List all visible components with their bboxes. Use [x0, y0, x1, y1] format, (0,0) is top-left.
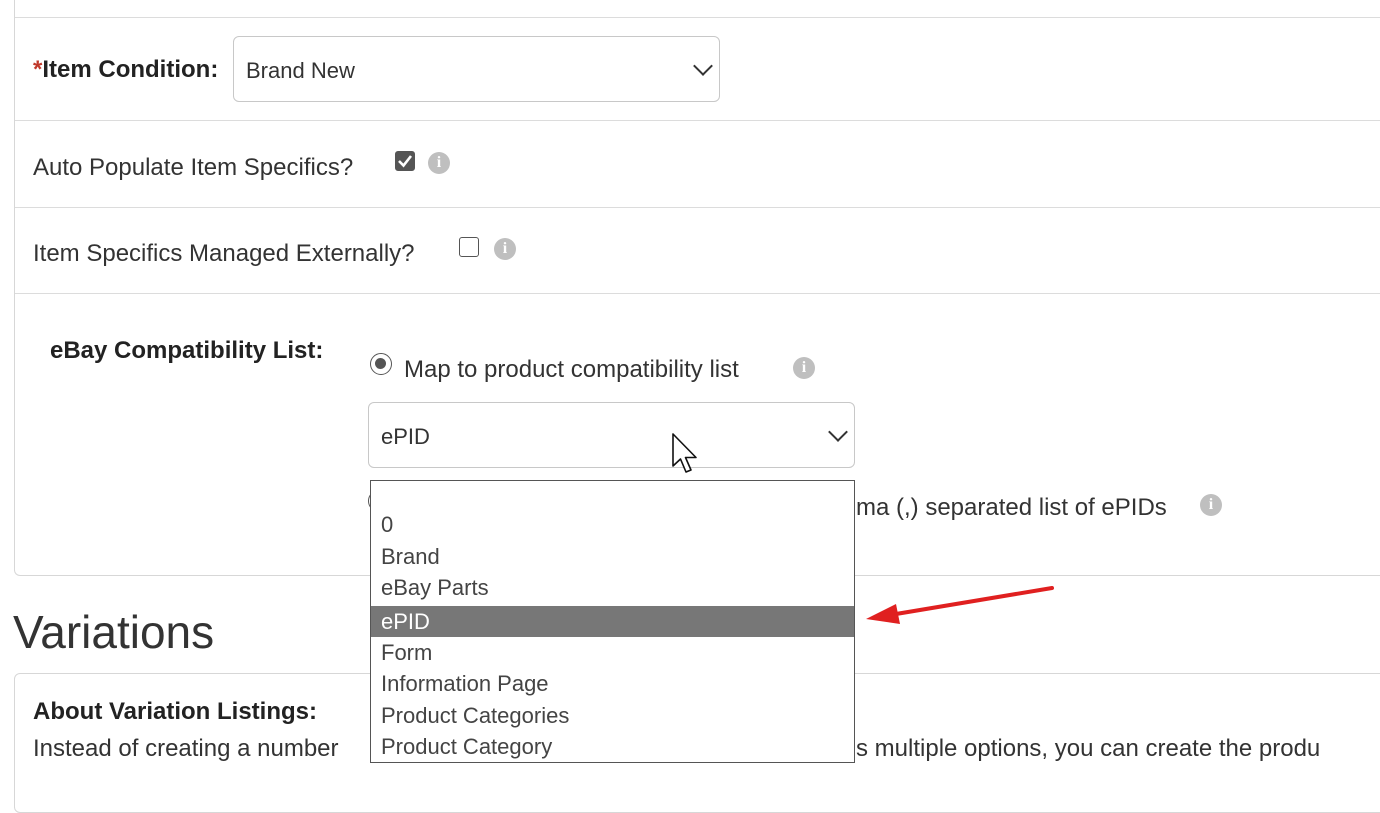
divider	[15, 207, 1380, 208]
chevron-down-icon	[693, 56, 713, 76]
divider	[15, 293, 1380, 294]
compatibility-label: eBay Compatibility List:	[50, 337, 324, 364]
dropdown-option[interactable]: Product Category	[371, 731, 854, 762]
compatibility-select[interactable]: ePID	[368, 402, 855, 468]
check-icon	[398, 155, 413, 168]
auto-populate-checkbox[interactable]	[395, 151, 415, 171]
compatibility-dropdown-list[interactable]: 0 Brand eBay Parts ePID Form Information…	[370, 480, 855, 763]
managed-externally-label: Item Specifics Managed Externally?	[33, 240, 415, 267]
variations-heading: Variations	[13, 606, 215, 658]
info-icon[interactable]: i	[1200, 494, 1222, 516]
mouse-cursor	[672, 433, 697, 473]
red-arrow-annotation	[866, 586, 1054, 624]
dropdown-option[interactable]: Brand	[371, 541, 854, 572]
dropdown-option[interactable]: Product Categories	[371, 700, 854, 731]
info-icon[interactable]: i	[428, 152, 450, 174]
about-variations-text-left: Instead of creating a number	[33, 735, 339, 762]
info-icon[interactable]: i	[494, 238, 516, 260]
item-condition-label: *Item Condition:	[33, 56, 219, 83]
about-variations-text-right: s multiple options, you can create the p…	[856, 735, 1321, 762]
divider	[15, 120, 1380, 121]
chevron-down-icon	[828, 422, 848, 442]
dropdown-option-selected[interactable]: ePID	[371, 606, 854, 637]
radio-map-compatibility[interactable]	[370, 353, 392, 375]
managed-externally-checkbox[interactable]	[459, 237, 479, 257]
required-mark: *	[33, 56, 43, 83]
dropdown-option[interactable]: Form	[371, 637, 854, 668]
radio-comma-label: ma (,) separated list of ePIDs	[856, 494, 1167, 521]
item-condition-select[interactable]: Brand New	[233, 36, 720, 102]
info-icon[interactable]: i	[793, 357, 815, 379]
radio-map-label: Map to product compatibility list	[404, 356, 739, 383]
dropdown-option-empty[interactable]	[371, 481, 854, 512]
dropdown-option[interactable]: Information Page	[371, 668, 854, 699]
item-condition-value: Brand New	[246, 58, 355, 83]
auto-populate-label: Auto Populate Item Specifics?	[33, 154, 354, 181]
about-variations-title: About Variation Listings:	[33, 698, 318, 725]
compatibility-select-value: ePID	[381, 424, 430, 449]
divider	[15, 17, 1380, 18]
dropdown-option[interactable]: eBay Parts	[371, 572, 854, 603]
dropdown-option[interactable]: 0	[371, 509, 854, 540]
